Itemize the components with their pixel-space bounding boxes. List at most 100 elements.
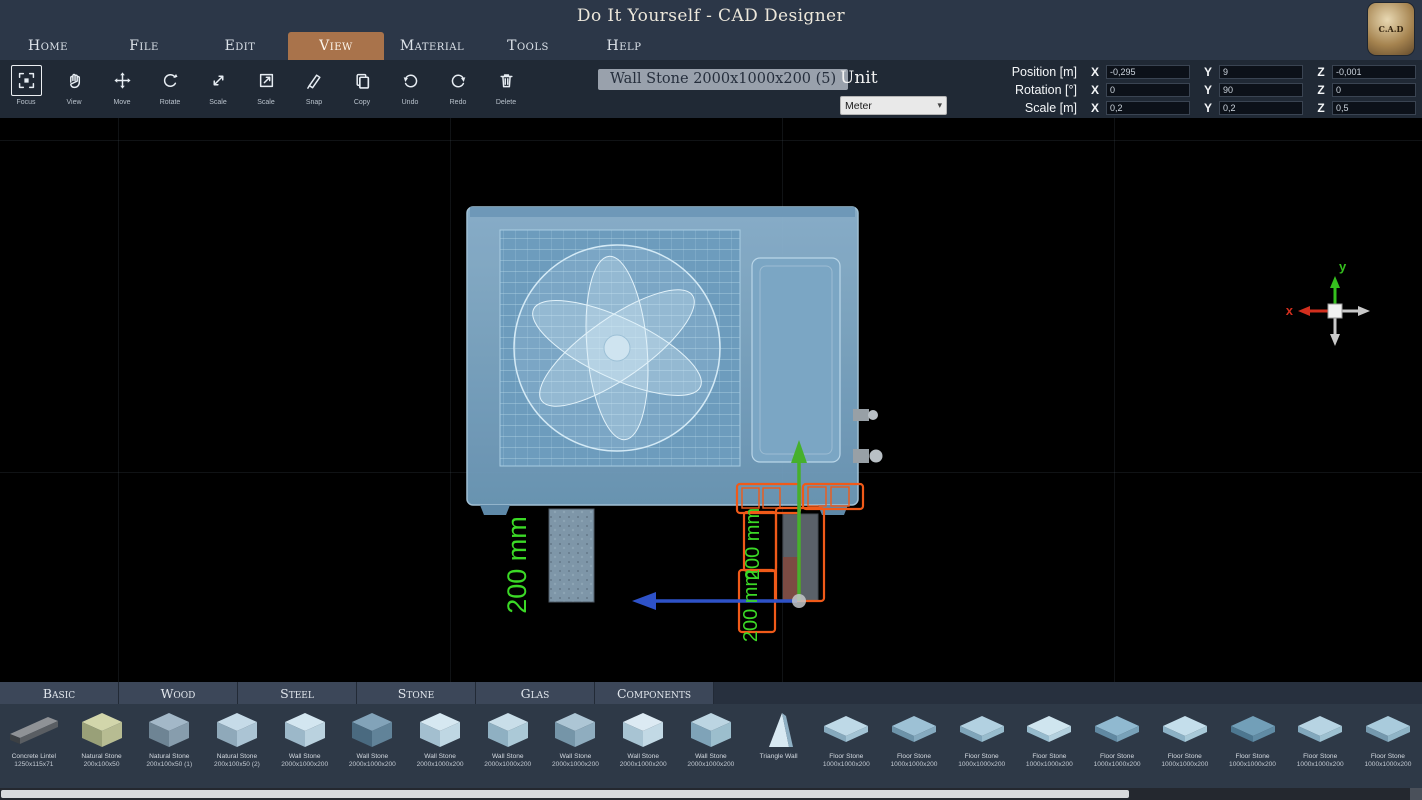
axis-z-label: Z [1315,101,1327,115]
material-thumb [277,707,333,753]
material-name: Wall Stone [695,753,727,761]
material-name: Wall Stone [424,753,456,761]
rotate-icon [155,65,186,96]
stone-pedestal[interactable] [549,509,594,602]
position-x-input[interactable] [1106,65,1190,79]
undo-button[interactable]: Undo [390,65,430,106]
scale-arrows-icon [203,65,234,96]
x-axis-arrow[interactable] [632,592,797,610]
material-size: 2000x1000x200 [417,761,464,769]
copy-button[interactable]: Copy [342,65,382,106]
material-size: 1000x1000x200 [1229,761,1276,769]
focus-button[interactable]: Focus [6,65,46,106]
position-z-input[interactable] [1332,65,1416,79]
snap-pen-icon [299,65,330,96]
rotation-y-input[interactable] [1219,83,1303,97]
tab-basic[interactable]: Basic [0,682,119,704]
material-size: 2000x1000x200 [349,761,396,769]
redo-button[interactable]: Redo [438,65,478,106]
toolbar: Focus View Mov [0,60,1422,118]
material-name: Floor Stone [1303,753,1337,761]
material-name: Floor Stone [897,753,931,761]
material-item[interactable]: Wall Stone 2000x1000x200 [542,704,610,788]
scrollbar-thumb[interactable] [1,790,1129,798]
material-item[interactable]: Floor Stone 1000x1000x200 [1151,704,1219,788]
scale-box-icon [251,65,282,96]
position-label: Position [m] [965,65,1077,79]
scale-box-button[interactable]: Scale [246,65,286,106]
material-item[interactable]: Wall Stone 2000x1000x200 [339,704,407,788]
scale-arrows-button[interactable]: Scale [198,65,238,106]
scale-x-input[interactable] [1106,101,1190,115]
material-item[interactable]: Floor Stone 1000x1000x200 [812,704,880,788]
material-size: 200x100x50 [84,761,120,769]
material-item[interactable]: Floor Stone 1000x1000x200 [1016,704,1084,788]
snap-button[interactable]: Snap [294,65,334,106]
axis-x-label: X [1089,65,1101,79]
material-thumb [74,707,130,753]
material-name: Floor Stone [829,753,863,761]
orientation-gizmo[interactable]: y x [1286,259,1370,346]
scale-z-input[interactable] [1332,101,1416,115]
view-button[interactable]: View [54,65,94,106]
material-size: 2000x1000x200 [484,761,531,769]
material-item[interactable]: Floor Stone 1000x1000x200 [948,704,1016,788]
menu-tools[interactable]: Tools [480,32,576,60]
menu-file[interactable]: File [96,32,192,60]
material-item[interactable]: Natural Stone 200x100x50 (1) [135,704,203,788]
move-button[interactable]: Move [102,65,142,106]
delete-button[interactable]: Delete [486,65,526,106]
horizontal-scrollbar[interactable] [0,788,1422,800]
material-item[interactable]: Floor Stone 1000x1000x200 [1354,704,1422,788]
axis-y-label: Y [1202,83,1214,97]
menu-material[interactable]: Material [384,32,480,60]
rotation-z-input[interactable] [1332,83,1416,97]
transform-panel: Position [m] X Y Z Rotation [°] X Y Z Sc… [965,63,1420,117]
tab-steel[interactable]: Steel [238,682,357,704]
gizmo-y-label: y [1339,259,1347,274]
rotate-button[interactable]: Rotate [150,65,190,106]
rotation-x-input[interactable] [1106,83,1190,97]
ac-unit-model[interactable] [467,207,883,515]
material-thumb [1021,707,1077,753]
material-item[interactable]: Concrete Lintel 1250x115x71 [0,704,68,788]
material-size: 2000x1000x200 [620,761,667,769]
material-item[interactable]: Wall Stone 2000x1000x200 [406,704,474,788]
menu-help[interactable]: Help [576,32,672,60]
menu-home[interactable]: Home [0,32,96,60]
dimension-label-left: 200 mm [502,516,532,614]
scrollbar-end-button[interactable] [1410,788,1422,800]
material-item[interactable]: Wall Stone 2000x1000x200 [609,704,677,788]
material-size: 2000x1000x200 [687,761,734,769]
material-item[interactable]: Floor Stone 1000x1000x200 [1083,704,1151,788]
material-name: Natural Stone [217,753,257,761]
material-item[interactable]: Wall Stone 2000x1000x200 [474,704,542,788]
fan-blades [514,245,720,451]
material-item[interactable]: Wall Stone 2000x1000x200 [677,704,745,788]
unit-select[interactable]: Meter ▾ [840,96,947,115]
tab-glas[interactable]: Glas [476,682,595,704]
menu-edit[interactable]: Edit [192,32,288,60]
position-y-input[interactable] [1219,65,1303,79]
tab-components[interactable]: Components [595,682,714,704]
menu-view[interactable]: View [288,32,384,60]
material-item[interactable]: Triangle Wall [745,704,813,788]
material-name: Natural Stone [149,753,189,761]
copy-icon [347,65,378,96]
gizmo-origin-handle[interactable] [792,594,806,608]
hand-icon [59,65,90,96]
material-item[interactable]: Natural Stone 200x100x50 (2) [203,704,271,788]
tab-wood[interactable]: Wood [119,682,238,704]
tab-stone[interactable]: Stone [357,682,476,704]
material-item[interactable]: Natural Stone 200x100x50 [68,704,136,788]
material-thumb [1089,707,1145,753]
material-item[interactable]: Floor Stone 1000x1000x200 [880,704,948,788]
material-thumb [751,707,807,753]
scale-y-input[interactable] [1219,101,1303,115]
viewport-3d[interactable]: 200 mm 200 mm 200 mm y x [0,118,1422,682]
material-item[interactable]: Wall Stone 2000x1000x200 [271,704,339,788]
material-name: Floor Stone [1032,753,1066,761]
material-item[interactable]: Floor Stone 1000x1000x200 [1219,704,1287,788]
material-item[interactable]: Floor Stone 1000x1000x200 [1286,704,1354,788]
axis-y-label: Y [1202,65,1214,79]
